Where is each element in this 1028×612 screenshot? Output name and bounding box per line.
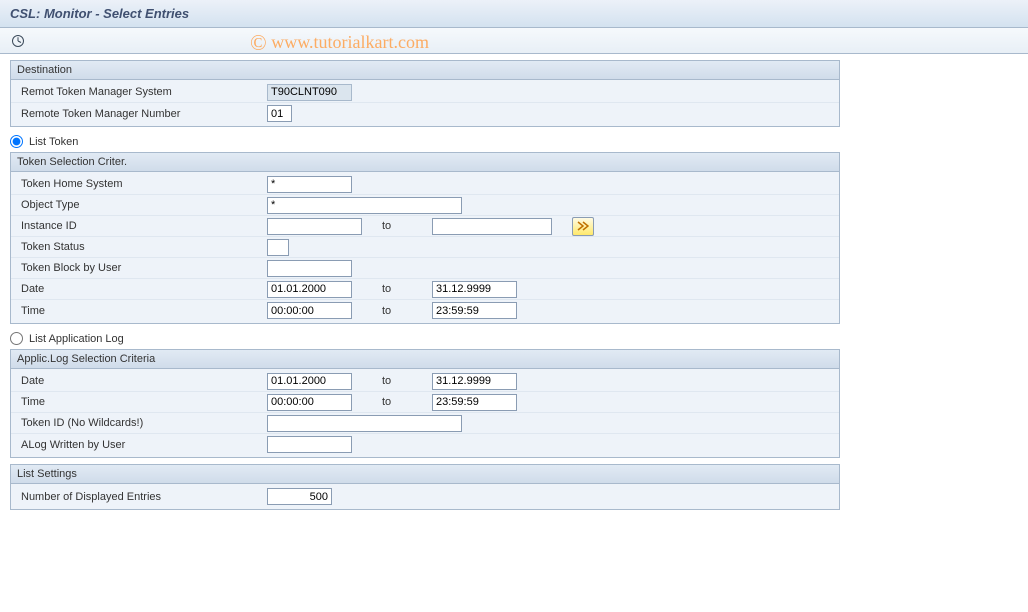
applog-criteria-group: Applic.Log Selection Criteria Date to Ti… [10, 349, 840, 458]
token-home-system-row: Token Home System [11, 174, 839, 195]
destination-legend: Destination [11, 61, 839, 80]
list-token-radio[interactable] [10, 135, 23, 148]
token-status-input[interactable] [267, 239, 289, 256]
applog-time-to-label: to [382, 396, 412, 408]
applog-date-from-input[interactable] [267, 373, 352, 390]
token-time-to-label: to [382, 305, 412, 317]
token-date-row: Date to [11, 279, 839, 300]
applog-time-from-input[interactable] [267, 394, 352, 411]
token-date-to-label: to [382, 283, 412, 295]
object-type-row: Object Type [11, 195, 839, 216]
token-status-row: Token Status [11, 237, 839, 258]
destination-group: Destination Remot Token Manager System R… [10, 60, 840, 127]
app-log-radio-label: List Application Log [29, 333, 124, 345]
token-date-from-input[interactable] [267, 281, 352, 298]
applog-user-row: ALog Written by User [11, 434, 839, 455]
token-criteria-group: Token Selection Criter. Token Home Syste… [10, 152, 840, 324]
instance-id-from-input[interactable] [267, 218, 362, 235]
applog-token-id-row: Token ID (No Wildcards!) [11, 413, 839, 434]
remote-number-input[interactable] [267, 105, 292, 122]
remote-number-label: Remote Token Manager Number [17, 108, 267, 120]
token-home-system-input[interactable] [267, 176, 352, 193]
applog-date-row: Date to [11, 371, 839, 392]
applog-time-row: Time to [11, 392, 839, 413]
list-settings-legend: List Settings [11, 465, 839, 484]
instance-id-label: Instance ID [17, 220, 267, 232]
remote-system-label: Remot Token Manager System [17, 86, 267, 98]
token-time-row: Time to [11, 300, 839, 321]
token-time-to-input[interactable] [432, 302, 517, 319]
object-type-label: Object Type [17, 199, 267, 211]
applog-token-id-label: Token ID (No Wildcards!) [17, 417, 267, 429]
list-token-radio-row: List Token [10, 135, 840, 148]
execute-icon[interactable] [10, 33, 26, 49]
list-settings-group: List Settings Number of Displayed Entrie… [10, 464, 840, 510]
title-bar: CSL: Monitor - Select Entries [0, 0, 1028, 28]
applog-token-id-input[interactable] [267, 415, 462, 432]
object-type-input[interactable] [267, 197, 462, 214]
token-block-user-row: Token Block by User [11, 258, 839, 279]
token-status-label: Token Status [17, 241, 267, 253]
list-token-radio-label: List Token [29, 136, 78, 148]
page-title: CSL: Monitor - Select Entries [10, 6, 189, 21]
token-block-user-label: Token Block by User [17, 262, 267, 274]
token-date-label: Date [17, 283, 267, 295]
remote-system-row: Remot Token Manager System [11, 82, 839, 103]
applog-user-label: ALog Written by User [17, 439, 267, 451]
instance-id-to-input[interactable] [432, 218, 552, 235]
applog-time-label: Time [17, 396, 267, 408]
app-log-radio[interactable] [10, 332, 23, 345]
token-home-system-label: Token Home System [17, 178, 267, 190]
applog-legend: Applic.Log Selection Criteria [11, 350, 839, 369]
applog-time-to-input[interactable] [432, 394, 517, 411]
remote-system-input [267, 84, 352, 101]
instance-id-to-label: to [382, 220, 412, 232]
toolbar [0, 28, 1028, 54]
displayed-entries-row: Number of Displayed Entries [11, 486, 839, 507]
displayed-entries-label: Number of Displayed Entries [17, 491, 267, 503]
applog-date-to-input[interactable] [432, 373, 517, 390]
token-block-user-input[interactable] [267, 260, 352, 277]
remote-number-row: Remote Token Manager Number [11, 103, 839, 124]
displayed-entries-input[interactable] [267, 488, 332, 505]
applog-date-label: Date [17, 375, 267, 387]
token-criteria-legend: Token Selection Criter. [11, 153, 839, 172]
applog-user-input[interactable] [267, 436, 352, 453]
applog-date-to-label: to [382, 375, 412, 387]
token-time-label: Time [17, 305, 267, 317]
token-time-from-input[interactable] [267, 302, 352, 319]
token-date-to-input[interactable] [432, 281, 517, 298]
app-log-radio-row: List Application Log [10, 332, 840, 345]
instance-id-row: Instance ID to [11, 216, 839, 237]
multiple-selection-button[interactable] [572, 217, 594, 236]
